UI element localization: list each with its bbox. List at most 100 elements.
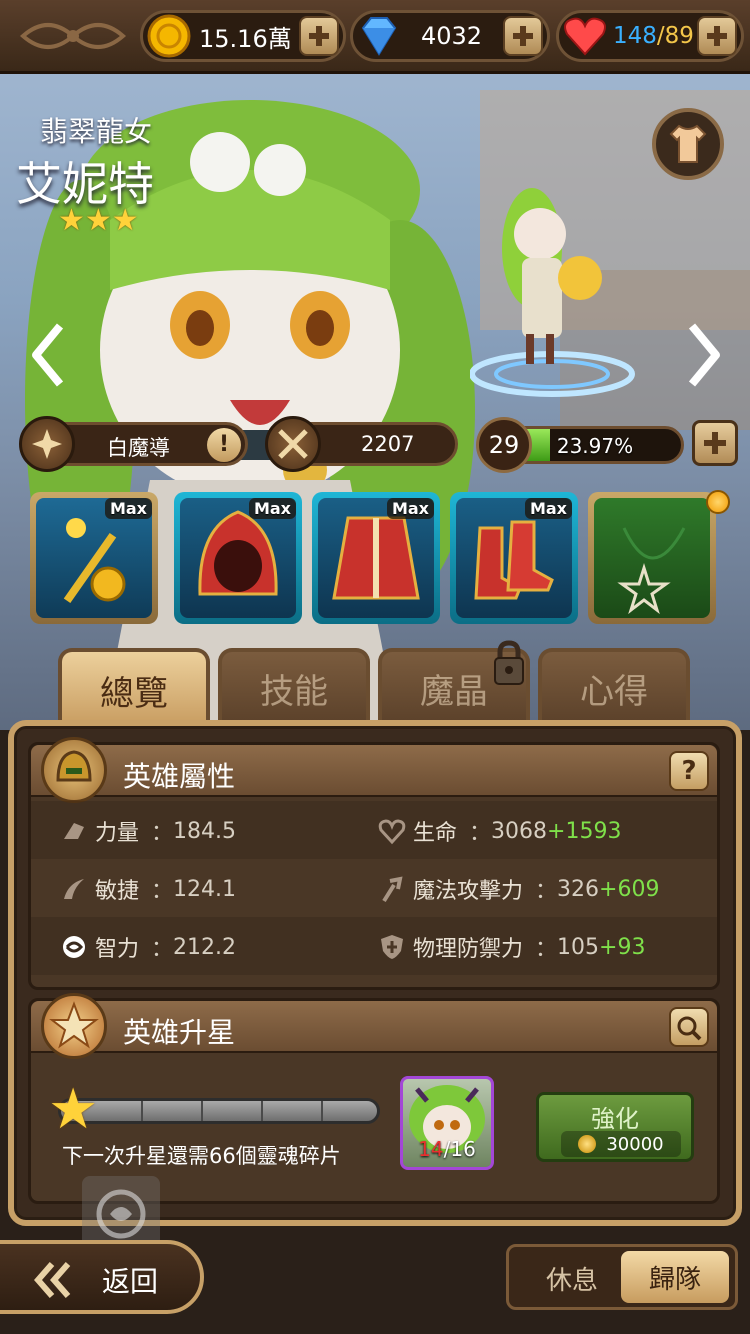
agility-label: 敏捷	[95, 879, 140, 904]
strength-stat: 力量 ： 184.5	[59, 815, 236, 847]
hp-label: 生命	[413, 821, 458, 846]
helmet-icon	[41, 737, 107, 803]
intellect-swirl-icon	[59, 932, 89, 962]
magic-attack-separator: ：	[535, 879, 558, 904]
class-emblem-icon	[19, 416, 75, 472]
heart-outline-icon	[377, 816, 407, 846]
next-hero-arrow-icon[interactable]	[684, 320, 724, 390]
star-upgrade-header: 英雄升星	[31, 993, 717, 1059]
double-chevron-left-icon	[34, 1262, 71, 1298]
combat-power-pill: 2207	[265, 416, 458, 472]
equipment-slot-staff[interactable]: Max	[30, 492, 158, 624]
gold-amount: 15.16萬	[199, 24, 292, 53]
hp-bonus: +1593	[547, 818, 622, 844]
soul-shard-count: 14/16	[403, 1137, 491, 1161]
gold-coin-icon	[147, 14, 191, 58]
physical-defense-separator: ：	[535, 937, 558, 962]
add-stamina-button[interactable]	[697, 16, 737, 56]
tab-notes[interactable]: 心得	[538, 648, 690, 724]
strength-value: 184.5	[173, 818, 237, 844]
hero-title: 翡翠龍女	[40, 115, 153, 148]
rest-team-toggle: 休息 歸隊	[506, 1244, 738, 1310]
hero-attributes-section: 英雄屬性 ? 力量 ： 184.5 生命 ： 3068 +1593 敏捷 ： 1…	[28, 737, 720, 990]
intellect-separator: ：	[151, 937, 174, 962]
rest-button[interactable]: 休息	[517, 1253, 627, 1303]
back-button[interactable]: 返回	[0, 1240, 204, 1314]
gold-counter: 15.16萬	[140, 10, 346, 62]
soul-shard-item[interactable]: 14/16	[400, 1076, 494, 1170]
star-upgrade-emblem-icon	[41, 993, 107, 1059]
intellect-value: 212.2	[173, 934, 237, 960]
enhance-label: 強化	[591, 1105, 639, 1133]
hp-value: 3068	[491, 818, 548, 844]
costume-button[interactable]	[652, 108, 724, 180]
magic-attack-label: 魔法攻擊力	[413, 879, 524, 904]
shield-icon	[377, 932, 407, 962]
progress-divider	[261, 1101, 263, 1121]
add-gold-button[interactable]	[299, 16, 339, 56]
equipment-slot-boots[interactable]: Max	[450, 492, 578, 624]
stamina-current: 148	[613, 23, 657, 49]
magic-attack-stat: 魔法攻擊力 ： 326 +609	[377, 873, 659, 905]
enhance-button[interactable]: 強化 30000	[536, 1092, 694, 1162]
magic-wand-icon	[377, 874, 407, 904]
equipment-slot-robe[interactable]: Max	[312, 492, 440, 624]
attributes-help-button[interactable]: ?	[669, 751, 709, 791]
star-upgrade-title: 英雄升星	[123, 1016, 236, 1049]
max-badge: Max	[386, 498, 434, 519]
heart-icon	[564, 17, 606, 56]
notification-dot	[706, 490, 730, 514]
magic-attack-value: 326	[557, 876, 600, 902]
magic-attack-bonus: +609	[599, 876, 660, 902]
enhance-cost-value: 30000	[606, 1133, 664, 1155]
experience-bar: 23.97%	[506, 426, 684, 464]
soul-shard-have: 14	[418, 1137, 444, 1161]
stamina-max: 89	[664, 23, 694, 49]
physical-defense-bonus: +93	[599, 934, 646, 960]
max-badge: Max	[248, 498, 296, 519]
hero-class-pill: 白魔導 !	[19, 416, 248, 472]
intellect-label: 智力	[95, 937, 140, 962]
join-team-button[interactable]: 歸隊	[621, 1251, 729, 1303]
progress-divider	[201, 1101, 203, 1121]
pentagram-necklace-icon	[617, 527, 686, 615]
ornament-icon	[19, 23, 127, 49]
equipment-slot-necklace[interactable]	[588, 492, 716, 624]
max-badge: Max	[104, 498, 152, 519]
hp-separator: ：	[469, 821, 492, 846]
progress-divider	[321, 1101, 323, 1121]
equipment-slot-hood[interactable]: Max	[174, 492, 302, 624]
hero-star-rating: ★★★	[58, 206, 139, 236]
physical-defense-stat: 物理防禦力 ： 105 +93	[377, 931, 645, 963]
enhance-cost: 30000	[561, 1131, 681, 1157]
gold-coin-icon	[578, 1135, 597, 1153]
magnifier-button[interactable]	[669, 1007, 709, 1047]
experience-percent: 23.97%	[556, 434, 634, 458]
attribute-row: 敏捷 ： 124.1 魔法攻擊力 ： 326 +609	[31, 859, 717, 917]
gem-counter: 4032	[350, 10, 550, 62]
add-gems-button[interactable]	[503, 16, 543, 56]
top-resource-bar: 15.16萬 4032 148/89	[0, 0, 750, 74]
attributes-header: 英雄屬性 ?	[31, 737, 717, 803]
hero-chibi-model[interactable]	[470, 178, 640, 408]
attribute-row: 力量 ： 184.5 生命 ： 3068 +1593	[31, 801, 717, 859]
attribute-row: 智力 ： 212.2 物理防禦力 ： 105 +93	[31, 917, 717, 975]
add-experience-button[interactable]	[692, 420, 738, 466]
soul-shard-need: /16	[443, 1137, 476, 1161]
crossed-swords-icon	[265, 416, 321, 472]
agility-value: 124.1	[173, 876, 237, 902]
star-rating-glyphs: ★★★	[58, 203, 139, 238]
class-info-button[interactable]: !	[207, 428, 241, 462]
shirt-icon	[669, 124, 707, 163]
agility-stat: 敏捷 ： 124.1	[59, 873, 236, 905]
diamond-icon	[361, 17, 397, 56]
attributes-title: 英雄屬性	[123, 760, 236, 793]
previous-hero-arrow-icon[interactable]	[28, 320, 68, 390]
star-upgrade-requirement: 下一次升星還需66個靈魂碎片	[62, 1144, 341, 1168]
max-badge: Max	[524, 498, 572, 519]
agility-separator: ：	[151, 879, 174, 904]
tab-skills[interactable]: 技能	[218, 648, 370, 724]
physical-defense-value: 105	[557, 934, 600, 960]
tab-overview[interactable]: 總覽	[58, 648, 210, 728]
hero-class-name: 白魔導	[107, 436, 170, 460]
